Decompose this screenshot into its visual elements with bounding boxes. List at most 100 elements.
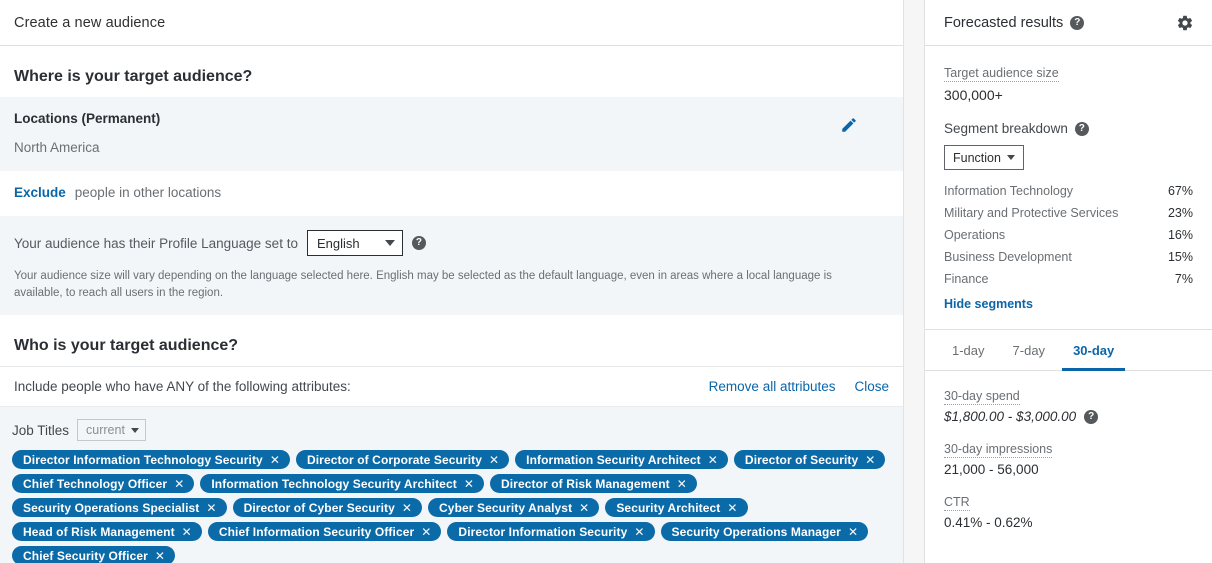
close-icon[interactable]: ✕ [677, 477, 687, 491]
job-titles-row: Job Titles current [12, 419, 891, 442]
tab-7-day[interactable]: 7-day [999, 330, 1060, 370]
page-header: Create a new audience [0, 0, 903, 46]
job-title-chip[interactable]: Information Security Architect ✕ [515, 450, 728, 470]
exclude-description: people in other locations [74, 185, 222, 200]
metric-label: CTR [944, 495, 970, 511]
panel-scroll-gutter[interactable] [903, 0, 925, 563]
location-section-heading: Where is your target audience? [14, 68, 253, 85]
job-title-chip-label: Chief Information Security Officer [218, 524, 415, 539]
forecast-period-tabs: 1-day 7-day 30-day [925, 329, 1212, 371]
job-title-chip[interactable]: Security Operations Specialist ✕ [12, 498, 227, 518]
job-title-chip[interactable]: Director of Corporate Security ✕ [295, 450, 510, 470]
job-titles-scope-value: current [86, 423, 125, 438]
profile-language-select[interactable]: English [306, 230, 403, 256]
close-icon[interactable]: ✕ [182, 525, 192, 539]
chevron-down-icon [1006, 155, 1015, 160]
segment-percentage: 67% [1167, 184, 1193, 198]
tab-30-day[interactable]: 30-day [1059, 330, 1128, 371]
audience-section-heading: Who is your target audience? [14, 337, 239, 355]
job-title-chip[interactable]: Chief Information Security Officer ✕ [207, 522, 442, 542]
close-icon[interactable]: ✕ [708, 453, 718, 467]
job-title-chip-label: Director of Security [744, 452, 859, 467]
segment-row: Operations 16% [944, 224, 1193, 246]
close-icon[interactable]: ✕ [634, 525, 644, 539]
segment-breakdown-header: Segment breakdown ? [944, 121, 1193, 136]
job-title-chip[interactable]: Cyber Security Analyst ✕ [428, 498, 600, 518]
job-title-chip[interactable]: Security Operations Manager ✕ [660, 522, 869, 542]
exclude-link[interactable]: Exclude [14, 185, 66, 200]
segment-breakdown-label: Segment breakdown [944, 121, 1068, 136]
close-icon[interactable]: ✕ [727, 501, 737, 515]
segment-percentage: 7% [1174, 272, 1193, 286]
profile-language-row: Your audience has their Profile Language… [14, 230, 889, 256]
job-title-chip-label: Director of Risk Management [500, 476, 670, 491]
close-icon[interactable]: ✕ [865, 453, 875, 467]
target-audience-size-value: 300,000+ [944, 87, 1003, 103]
close-icon[interactable]: ✕ [848, 525, 858, 539]
metric-block: 30-day spend $1,800.00 - $3,000.00? [944, 387, 1193, 424]
audience-form-panel: Create a new audience Where is your targ… [0, 0, 903, 563]
job-title-chip[interactable]: Head of Risk Management ✕ [12, 522, 202, 542]
segment-row: Information Technology 67% [944, 180, 1193, 202]
job-titles-scope-select[interactable]: current [77, 419, 146, 442]
close-icon[interactable]: ✕ [464, 477, 474, 491]
job-title-chip-label: Cyber Security Analyst [439, 500, 573, 515]
job-title-chip[interactable]: Information Technology Security Architec… [200, 474, 484, 494]
segment-dimension-value: Function [953, 150, 1001, 165]
metric-value: $1,800.00 - $3,000.00 [944, 409, 1077, 424]
segment-percentage: 15% [1167, 250, 1193, 264]
question-mark-icon[interactable]: ? [1084, 409, 1099, 424]
segment-name: Business Development [944, 250, 1072, 264]
close-icon[interactable]: ✕ [155, 549, 165, 563]
job-title-chip-label: Director Information Security [458, 524, 628, 539]
tab-1-day[interactable]: 1-day [938, 330, 999, 370]
job-titles-label: Job Titles [12, 422, 70, 438]
job-title-chip[interactable]: Chief Security Officer ✕ [12, 546, 176, 563]
job-title-chip-label: Director of Corporate Security [306, 452, 483, 467]
metric-block: 30-day impressions 21,000 - 56,000 [944, 440, 1193, 477]
job-title-chip[interactable]: Director Information Technology Security… [12, 450, 290, 470]
gear-icon[interactable] [1176, 14, 1194, 32]
locations-card-value: North America [14, 140, 100, 155]
job-title-chip-label: Director Information Technology Security [23, 452, 263, 467]
close-attributes-button[interactable]: Close [854, 379, 889, 394]
job-title-chip[interactable]: Director of Cyber Security ✕ [232, 498, 423, 518]
metric-value: 0.41% - 0.62% [944, 515, 1033, 530]
job-title-chip[interactable]: Security Architect ✕ [605, 498, 748, 518]
question-mark-icon[interactable]: ? [1070, 15, 1085, 30]
job-title-chip[interactable]: Chief Technology Officer ✕ [12, 474, 195, 494]
question-mark-icon[interactable]: ? [1074, 121, 1089, 136]
forecast-header: Forecasted results ? [925, 0, 1212, 46]
question-mark-icon[interactable]: ? [411, 236, 426, 250]
metric-value-row: 0.41% - 0.62% [944, 515, 1193, 530]
pencil-icon[interactable] [839, 115, 859, 135]
close-icon[interactable]: ✕ [402, 501, 412, 515]
segment-row: Military and Protective Services 23% [944, 202, 1193, 224]
segment-name: Military and Protective Services [944, 206, 1119, 220]
forecast-body: Target audience size 300,000+ Segment br… [925, 46, 1212, 311]
forecasted-results-panel: Forecasted results ? Target audience siz… [925, 0, 1212, 563]
remove-all-attributes-button[interactable]: Remove all attributes [709, 379, 836, 394]
metric-value-row: $1,800.00 - $3,000.00? [944, 409, 1193, 424]
job-title-chip[interactable]: Director of Security ✕ [733, 450, 886, 470]
close-icon[interactable]: ✕ [270, 453, 280, 467]
metric-label: 30-day spend [944, 389, 1020, 405]
close-icon[interactable]: ✕ [421, 525, 431, 539]
job-title-chip-list: Director Information Technology Security… [12, 450, 891, 563]
job-title-chip-label: Chief Security Officer [23, 548, 148, 563]
segment-row: Business Development 15% [944, 246, 1193, 268]
job-title-chip[interactable]: Director of Risk Management ✕ [489, 474, 697, 494]
close-icon[interactable]: ✕ [206, 501, 216, 515]
close-icon[interactable]: ✕ [174, 477, 184, 491]
target-audience-size-label: Target audience size [944, 66, 1059, 82]
close-icon[interactable]: ✕ [489, 453, 499, 467]
attributes-card: Include people who have ANY of the follo… [0, 366, 903, 563]
segment-dimension-select[interactable]: Function [944, 145, 1024, 170]
job-title-chip[interactable]: Director Information Security ✕ [447, 522, 655, 542]
close-icon[interactable]: ✕ [579, 501, 589, 515]
segment-name: Information Technology [944, 184, 1074, 198]
profile-language-label: Your audience has their Profile Language… [14, 235, 298, 251]
segment-list: Information Technology 67% Military and Pr… [944, 180, 1193, 290]
segment-name: Finance [944, 272, 989, 286]
hide-segments-button[interactable]: Hide segments [944, 297, 1193, 311]
